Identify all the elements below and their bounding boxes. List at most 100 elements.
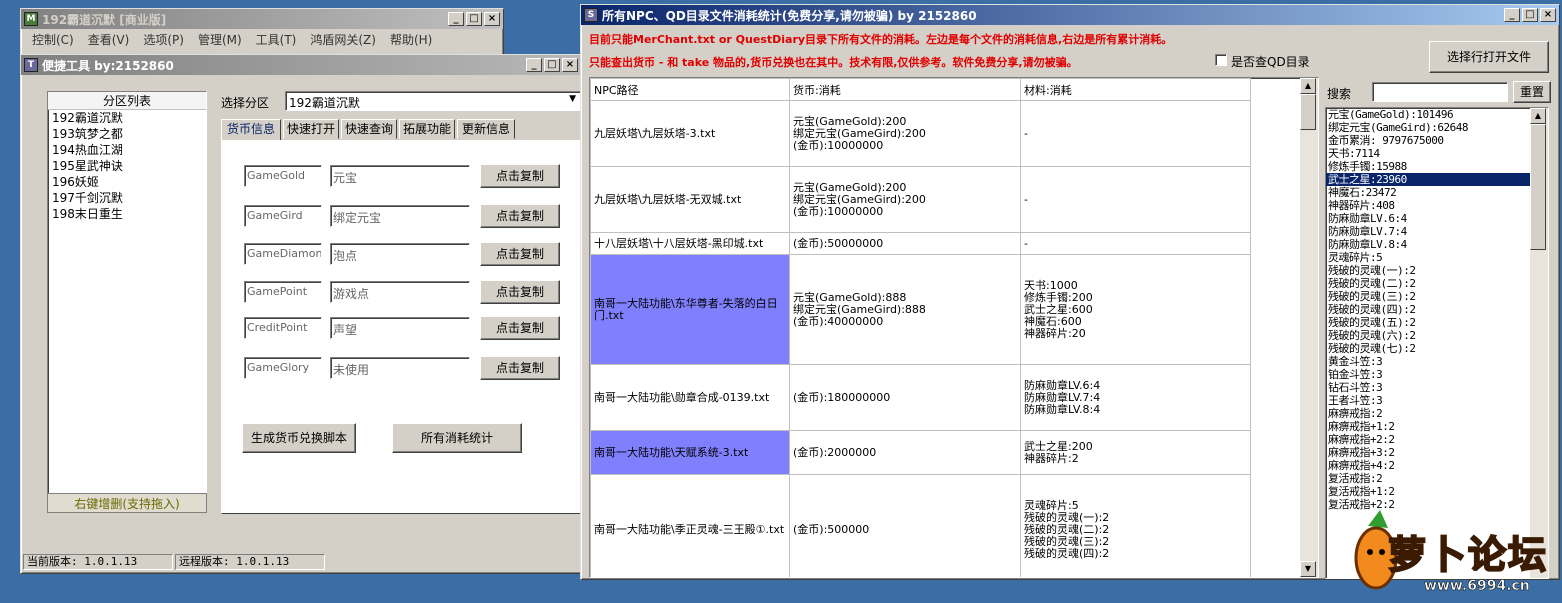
partition-item[interactable]: 193筑梦之都: [48, 126, 206, 142]
close-icon[interactable]: ×: [484, 12, 500, 26]
main-app-titlebar[interactable]: M 192霸道沉默 [商业版] _ □ ×: [21, 9, 503, 29]
partition-item[interactable]: 192霸道沉默: [48, 110, 206, 126]
cell-path[interactable]: 南哥一大陆功能\天赋系统-3.txt: [590, 430, 790, 475]
table-row[interactable]: 九层妖塔\九层妖塔-3.txt 元宝(GameGold):200 绑定元宝(Gam…: [590, 100, 1251, 167]
menu-manage[interactable]: 管理(M): [191, 31, 249, 48]
total-item[interactable]: 铂金斗笠:3: [1326, 368, 1548, 381]
cell-currency[interactable]: (金币):2000000: [789, 430, 1021, 475]
total-item[interactable]: 防麻勋章LV.6:4: [1326, 212, 1548, 225]
generate-script-button[interactable]: 生成货币兑换脚本: [242, 423, 356, 453]
total-item[interactable]: 灵魂碎片:5: [1326, 251, 1548, 264]
qd-checkbox[interactable]: [1215, 54, 1227, 66]
all-stats-button[interactable]: 所有消耗统计: [392, 423, 522, 453]
tab-update-info[interactable]: 更新信息: [457, 119, 515, 139]
currency-code-field[interactable]: GameGlory: [244, 357, 322, 379]
total-item[interactable]: 麻痹戒指+3:2: [1326, 446, 1548, 459]
menu-gateway[interactable]: 鸿盾网关(Z): [303, 31, 383, 48]
currency-name-field[interactable]: 游戏点: [330, 281, 470, 303]
col-currency[interactable]: 货币:消耗: [789, 78, 1021, 101]
total-item[interactable]: 残破的灵魂(七):2: [1326, 342, 1548, 355]
copy-button[interactable]: 点击复制: [480, 204, 560, 228]
cell-path[interactable]: 南哥一大陆功能\东华尊者-失落的白日门.txt: [590, 254, 790, 365]
currency-code-field[interactable]: GameGird: [244, 205, 322, 227]
maximize-icon[interactable]: □: [1522, 8, 1538, 22]
tab-quick-open[interactable]: 快速打开: [283, 119, 339, 139]
table-scroll-thumb[interactable]: [1300, 94, 1316, 130]
stats-titlebar[interactable]: S 所有NPC、QD目录文件消耗统计(免费分享,请勿被骗) by 2152860…: [581, 5, 1559, 25]
cell-currency[interactable]: (金币):500000: [789, 474, 1021, 577]
scroll-down-icon[interactable]: ▼: [1300, 561, 1316, 577]
cell-material[interactable]: -: [1020, 166, 1251, 233]
currency-code-field[interactable]: CreditPoint: [244, 317, 322, 339]
reset-button[interactable]: 重置: [1513, 81, 1551, 103]
menu-tools[interactable]: 工具(T): [249, 31, 304, 48]
total-item[interactable]: 元宝(GameGold):101496: [1326, 108, 1548, 121]
table-row[interactable]: 九层妖塔\九层妖塔-无双城.txt 元宝(GameGold):200 绑定元宝(G…: [590, 166, 1251, 233]
cell-material[interactable]: 天书:1000 修炼手镯:200 武士之星:600 神魔石:600 神器碎片:2…: [1020, 254, 1251, 365]
copy-button[interactable]: 点击复制: [480, 356, 560, 380]
cell-material[interactable]: 武士之星:200 神器碎片:2: [1020, 430, 1251, 475]
maximize-icon[interactable]: □: [466, 12, 482, 26]
total-item[interactable]: 武士之星:23960: [1326, 173, 1548, 186]
currency-code-field[interactable]: GameDiamond: [244, 243, 322, 265]
currency-code-field[interactable]: GameGold: [244, 165, 322, 187]
cell-currency[interactable]: (金币):50000000: [789, 232, 1021, 255]
total-item[interactable]: 防麻勋章LV.8:4: [1326, 238, 1548, 251]
close-icon[interactable]: ×: [562, 58, 578, 72]
cell-path[interactable]: 十八层妖塔\十八层妖塔-黑印城.txt: [590, 232, 790, 255]
partition-select[interactable]: 192霸道沉默 ▼: [285, 91, 581, 111]
minimize-icon[interactable]: _: [1504, 8, 1520, 22]
total-item[interactable]: 残破的灵魂(六):2: [1326, 329, 1548, 342]
total-item[interactable]: 王者斗笠:3: [1326, 394, 1548, 407]
partition-item[interactable]: 198末日重生: [48, 206, 206, 222]
table-row[interactable]: 南哥一大陆功能\天赋系统-3.txt (金币):2000000 武士之星:200 神…: [590, 430, 1251, 475]
maximize-icon[interactable]: □: [544, 58, 560, 72]
close-icon[interactable]: ×: [1540, 8, 1556, 22]
cell-path[interactable]: 九层妖塔\九层妖塔-3.txt: [590, 100, 790, 167]
total-item[interactable]: 神魔石:23472: [1326, 186, 1548, 199]
total-item[interactable]: 复活戒指:2: [1326, 472, 1548, 485]
total-item[interactable]: 麻痹戒指:2: [1326, 407, 1548, 420]
total-item[interactable]: 防麻勋章LV.7:4: [1326, 225, 1548, 238]
currency-name-field[interactable]: 绑定元宝: [330, 205, 470, 227]
minimize-icon[interactable]: _: [526, 58, 542, 72]
total-item[interactable]: 绑定元宝(GameGird):62648: [1326, 121, 1548, 134]
total-item[interactable]: 复活戒指+1:2: [1326, 485, 1548, 498]
currency-code-field[interactable]: GamePoint: [244, 281, 322, 303]
quick-tool-titlebar[interactable]: T 便捷工具 by:2152860 _ □ ×: [21, 55, 581, 75]
total-item[interactable]: 麻痹戒指+2:2: [1326, 433, 1548, 446]
total-item[interactable]: 残破的灵魂(四):2: [1326, 303, 1548, 316]
total-item[interactable]: 金币累消: 9797675000: [1326, 134, 1548, 147]
cell-currency[interactable]: 元宝(GameGold):200 绑定元宝(GameGird):200 (金币)…: [789, 100, 1021, 167]
total-item[interactable]: 钻石斗笠:3: [1326, 381, 1548, 394]
total-item[interactable]: 残破的灵魂(五):2: [1326, 316, 1548, 329]
total-item[interactable]: 黄金斗笠:3: [1326, 355, 1548, 368]
currency-name-field[interactable]: 泡点: [330, 243, 470, 265]
tab-extended[interactable]: 拓展功能: [399, 119, 455, 139]
cell-currency[interactable]: (金币):180000000: [789, 364, 1021, 431]
total-item[interactable]: 神器碎片:408: [1326, 199, 1548, 212]
copy-button[interactable]: 点击复制: [480, 316, 560, 340]
cell-material[interactable]: 防麻勋章LV.6:4 防麻勋章LV.7:4 防麻勋章LV.8:4: [1020, 364, 1251, 431]
total-item[interactable]: 残破的灵魂(二):2: [1326, 277, 1548, 290]
total-item[interactable]: 天书:7114: [1326, 147, 1548, 160]
cell-path[interactable]: 九层妖塔\九层妖塔-无双城.txt: [590, 166, 790, 233]
minimize-icon[interactable]: _: [448, 12, 464, 26]
cell-currency[interactable]: 元宝(GameGold):200 绑定元宝(GameGird):200 (金币)…: [789, 166, 1021, 233]
tab-quick-query[interactable]: 快速查询: [341, 119, 397, 139]
menu-options[interactable]: 选项(P): [136, 31, 191, 48]
menu-view[interactable]: 查看(V): [81, 31, 137, 48]
search-input[interactable]: [1372, 82, 1508, 102]
table-row[interactable]: 南哥一大陆功能\勋章合成-0139.txt (金币):180000000 防麻勋章L…: [590, 364, 1251, 431]
menu-control[interactable]: 控制(C): [25, 31, 81, 48]
menu-help[interactable]: 帮助(H): [383, 31, 439, 48]
total-item[interactable]: 残破的灵魂(一):2: [1326, 264, 1548, 277]
partition-item[interactable]: 195星武神诀: [48, 158, 206, 174]
scroll-up-icon[interactable]: ▲: [1300, 78, 1316, 94]
currency-name-field[interactable]: 元宝: [330, 165, 470, 187]
total-item[interactable]: 麻痹戒指+4:2: [1326, 459, 1548, 472]
cell-material[interactable]: 灵魂碎片:5 残破的灵魂(一):2 残破的灵魂(二):2 残破的灵魂(三):2 …: [1020, 474, 1251, 577]
copy-button[interactable]: 点击复制: [480, 164, 560, 188]
totals-scroll-thumb[interactable]: [1530, 124, 1546, 250]
partition-list[interactable]: 分区列表 192霸道沉默 193筑梦之都 194热血江湖 195星武神诀 196妖姬 19…: [47, 91, 207, 513]
